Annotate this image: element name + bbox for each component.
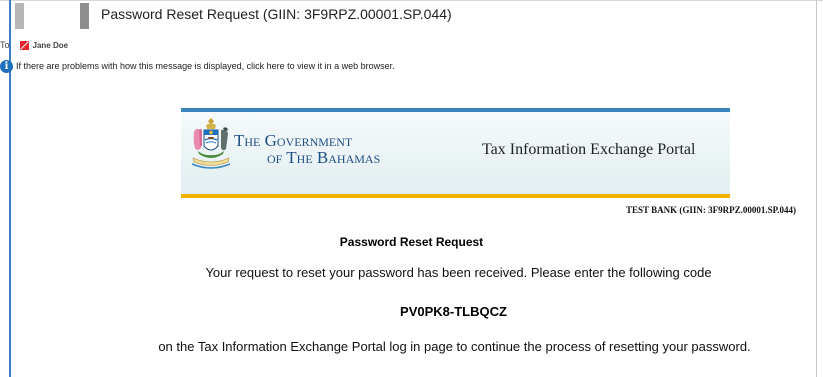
government-wordmark-line1: The Government	[234, 131, 353, 150]
info-bar[interactable]: i If there are problems with how this me…	[0, 58, 395, 74]
to-label: To	[0, 40, 10, 50]
window-top-border	[0, 0, 823, 1]
government-wordmark: The Government of The Bahamas	[234, 132, 380, 166]
info-bar-text[interactable]: If there are problems with how this mess…	[16, 61, 395, 71]
message-subject: Password Reset Request (GIIN: 3F9RPZ.000…	[101, 6, 452, 22]
message-flag-bar	[15, 3, 24, 29]
banner-top-stripe	[181, 108, 730, 112]
coat-of-arms-icon	[191, 118, 231, 169]
email-banner: The Government of The Bahamas Tax Inform…	[181, 108, 730, 198]
recipient-status-icon	[19, 40, 29, 50]
reading-pane-left-border	[9, 0, 11, 377]
message-category-bar	[80, 3, 89, 29]
bank-identifier: TEST BANK (GIIN: 3F9RPZ.00001.SP.044)	[625, 205, 796, 215]
email-body-line-1: Your request to reset your password has …	[205, 265, 712, 280]
email-heading: Password Reset Request	[339, 235, 484, 249]
reading-pane-right-border	[816, 0, 817, 377]
government-wordmark-line2: of The Bahamas	[267, 148, 381, 167]
reset-code: PV0PK8-TLBQCZ	[400, 304, 507, 319]
recipient-name[interactable]: Jane Doe	[33, 41, 69, 50]
info-icon: i	[0, 59, 13, 73]
portal-title: Tax Information Exchange Portal	[482, 141, 696, 158]
email-body-line-2: on the Tax Information Exchange Portal l…	[158, 339, 751, 354]
recipient-row: To Jane Doe	[0, 38, 68, 52]
banner-bottom-stripe	[181, 194, 730, 198]
